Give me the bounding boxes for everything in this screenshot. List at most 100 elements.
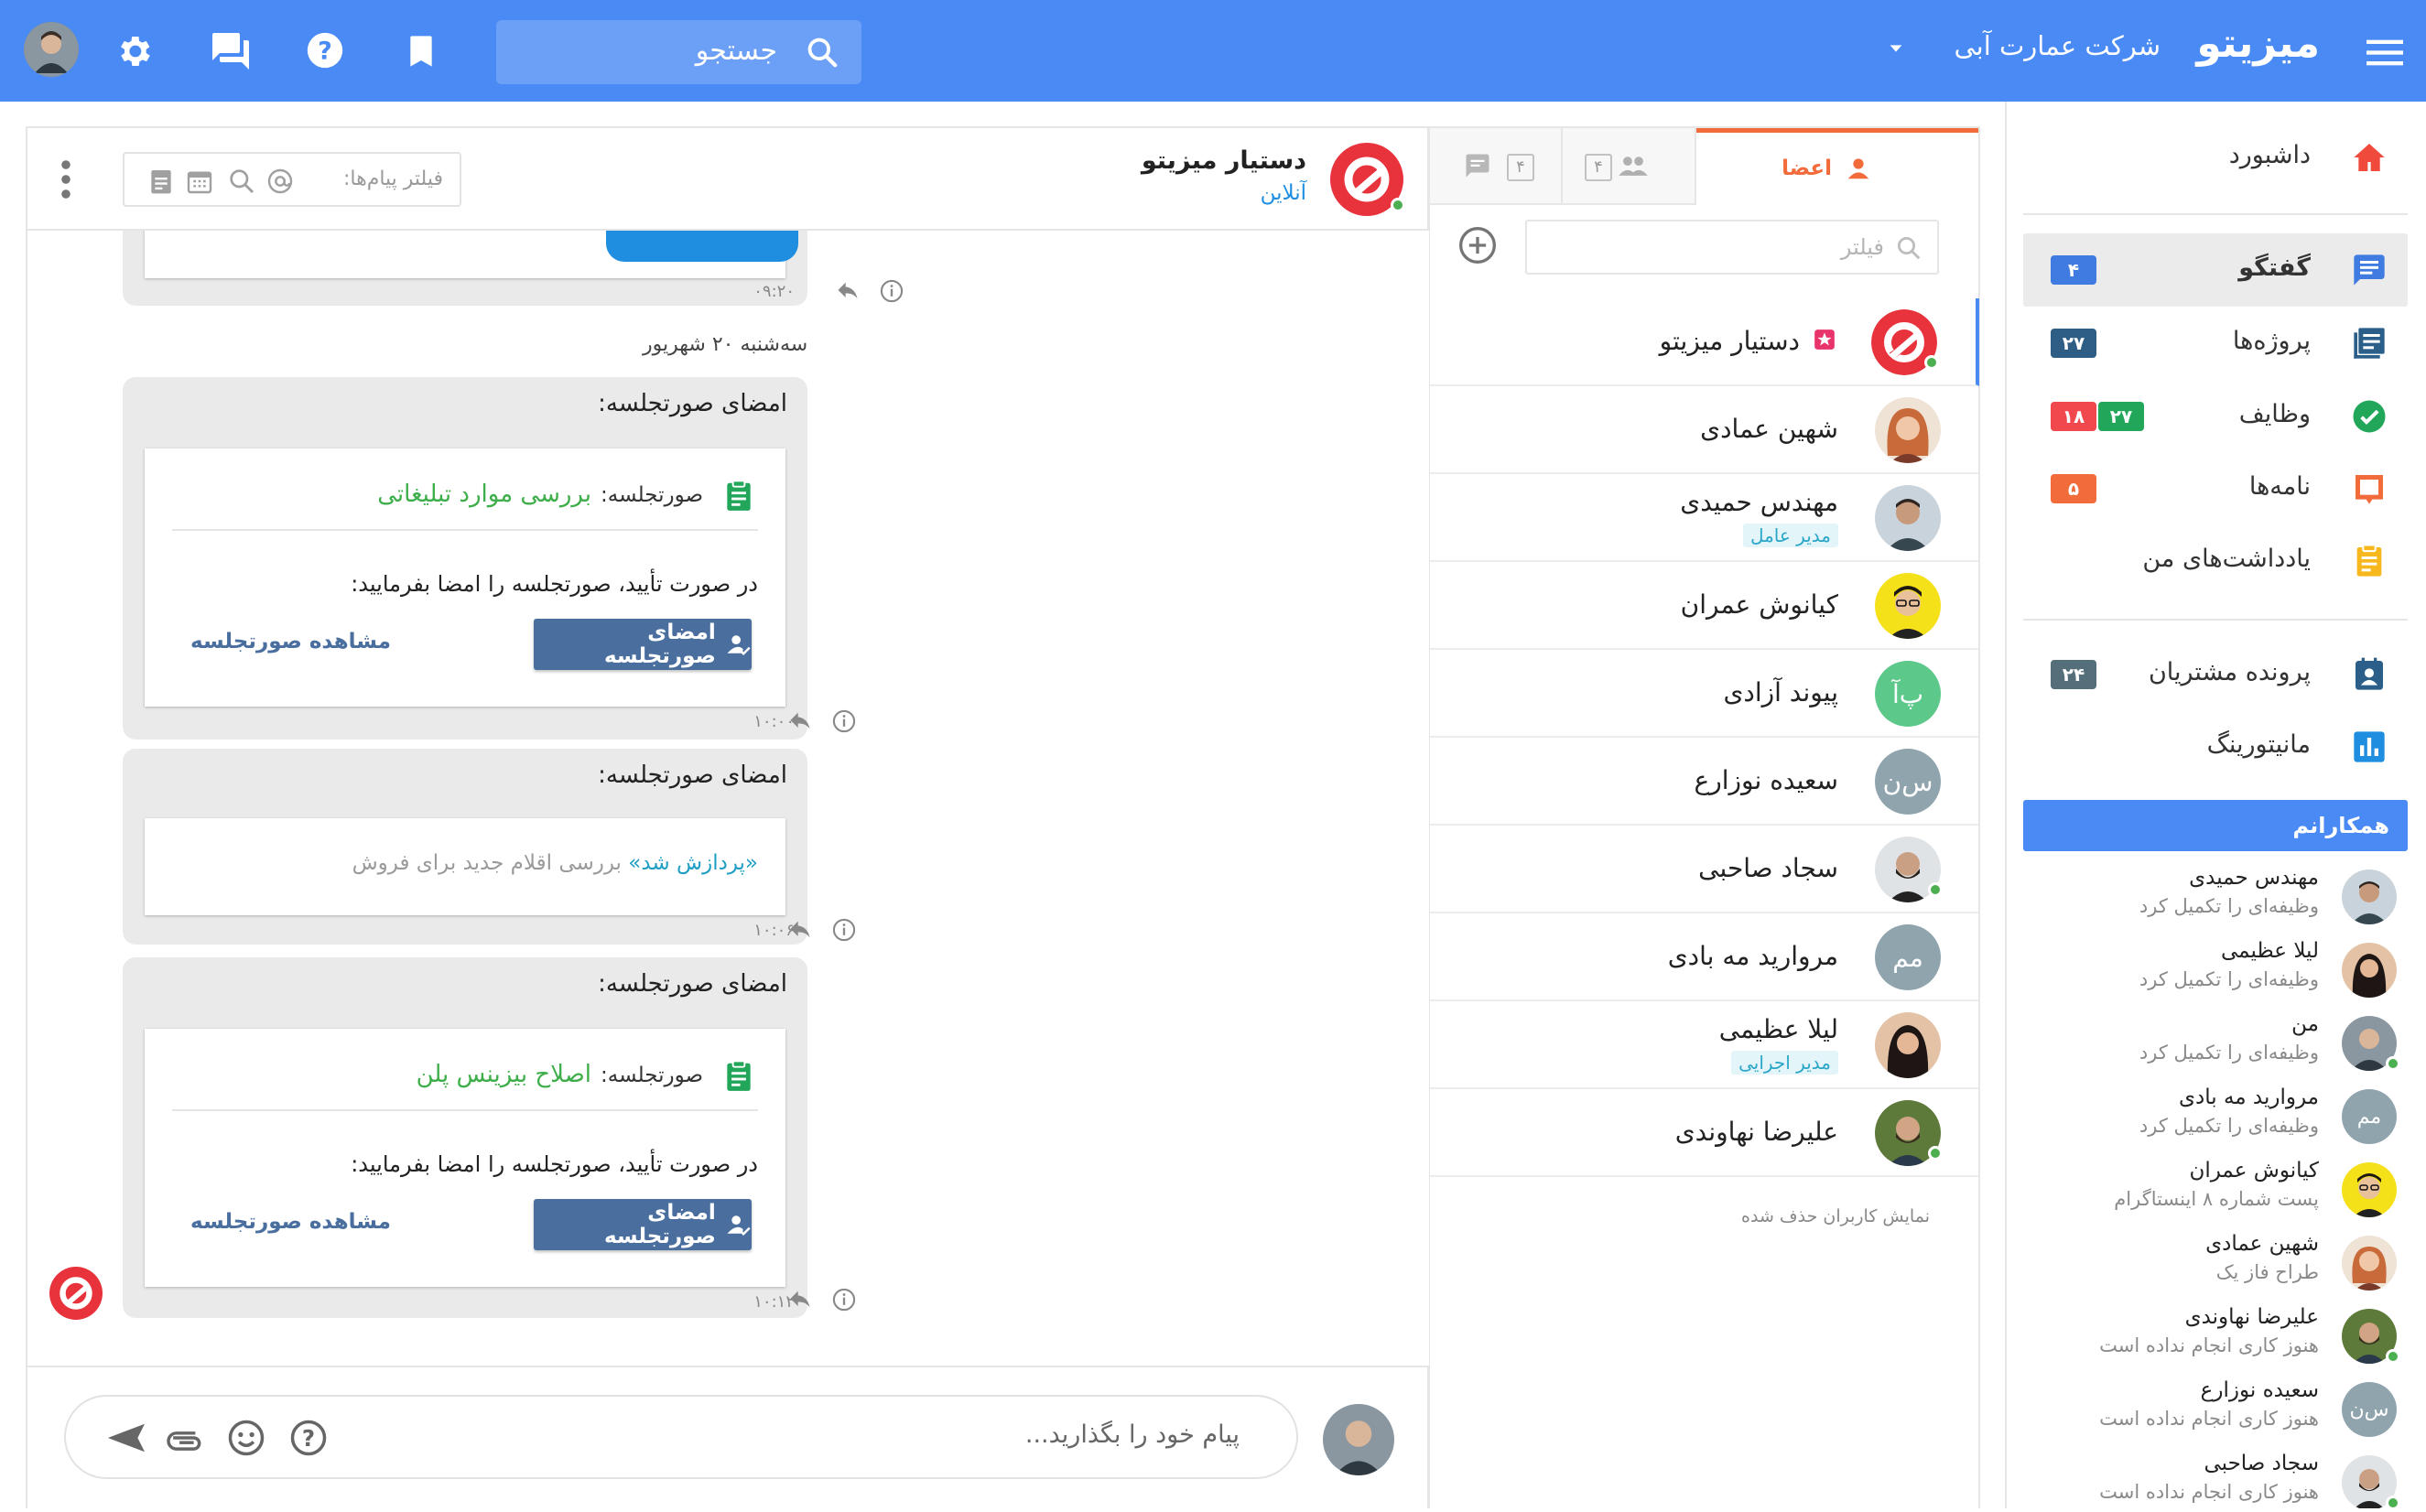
member-name: سعیده نوزارع <box>1694 765 1838 795</box>
bookmark-icon[interactable] <box>399 29 443 73</box>
member-row[interactable]: س‌ن سعیده نوزارع <box>1430 738 1979 826</box>
reply-icon[interactable] <box>835 278 861 304</box>
avatar: پ‌آ <box>1875 661 1941 727</box>
help-icon[interactable]: ? <box>302 27 348 73</box>
company-selector[interactable]: شرکت عمارت آبی <box>1886 26 2161 71</box>
settings-gear-icon[interactable] <box>112 29 156 73</box>
tab-chats[interactable]: ۴ <box>1430 128 1561 205</box>
colleague-item[interactable]: مم مروارید مه بادی وظیفه‌ای را تکمیل کرد <box>2023 1080 2408 1153</box>
tab-groups[interactable]: ۴ <box>1561 128 1696 205</box>
reply-icon[interactable] <box>787 1287 813 1312</box>
member-row-assistant[interactable]: دستیار میزیتو <box>1430 298 1979 386</box>
sender-avatar[interactable] <box>49 1267 103 1320</box>
member-row[interactable]: مهندس حمیدی مدیر عامل <box>1430 474 1979 562</box>
chat-status: آنلاین <box>1260 181 1306 205</box>
monitoring-chart-icon <box>2351 729 2388 765</box>
svg-text:?: ? <box>302 1425 315 1452</box>
user-avatar[interactable] <box>24 22 79 77</box>
colleague-item[interactable]: علیرضا نهاوندی هنوز کاری انجام نداده است <box>2023 1300 2408 1373</box>
colleague-item[interactable]: سجاد صاحبی هنوز کاری انجام نداده است <box>2023 1446 2408 1508</box>
avatar <box>1875 1012 1941 1078</box>
clipboard-icon <box>721 478 756 518</box>
member-row[interactable]: علیرضا نهاوندی <box>1430 1089 1979 1177</box>
colleague-item[interactable]: لیلا عظیمی وظیفه‌ای را تکمیل کرد <box>2023 934 2408 1007</box>
my-avatar <box>1323 1404 1394 1475</box>
clipboard-icon <box>721 1058 756 1098</box>
unread-badge: ۵ <box>2051 474 2096 503</box>
member-name: لیلا عظیمی <box>1718 1014 1838 1044</box>
mention-icon[interactable] <box>265 167 295 200</box>
member-row[interactable]: کیانوش عمران <box>1430 562 1979 650</box>
colleague-item[interactable]: مهندس حمیدی وظیفه‌ای را تکمیل کرد <box>2023 860 2408 934</box>
sidebar-item-monitoring[interactable]: مانیتورینگ <box>2023 710 2408 783</box>
minutes-name[interactable]: اصلاح بیزینس پلن <box>417 1061 591 1088</box>
attach-paperclip-icon[interactable] <box>167 1420 205 1459</box>
sidebar-item-tasks[interactable]: وظایف ۲۷ ۱۸ <box>2023 380 2408 453</box>
sidebar-item-notes[interactable]: یادداشت‌های من <box>2023 524 2408 598</box>
more-options-icon[interactable] <box>60 159 71 203</box>
sidebar-item-customers[interactable]: پرونده مشتریان ۲۴ <box>2023 638 2408 711</box>
search-placeholder: جستجو <box>695 35 777 67</box>
assistant-avatar[interactable] <box>1330 143 1405 216</box>
colleague-item[interactable]: س‌ن سعیده نوزارع هنوز کاری انجام نداده ا… <box>2023 1373 2408 1446</box>
reply-icon[interactable] <box>787 917 813 943</box>
clipboard-icon[interactable] <box>146 167 176 200</box>
member-row[interactable]: مم مروارید مه بادی <box>1430 913 1979 1001</box>
member-row[interactable]: سجاد صاحبی <box>1430 826 1979 913</box>
emoji-icon[interactable] <box>227 1419 265 1461</box>
chat-panel: دستیار میزیتو آنلاین فیلتر پیام‌ها: ۰۹:۲… <box>26 126 1429 1508</box>
member-row[interactable]: لیلا عظیمی مدیر اجرایی <box>1430 1001 1979 1089</box>
info-icon[interactable] <box>831 1287 857 1312</box>
reply-icon[interactable] <box>787 708 813 734</box>
search-icon <box>805 35 839 73</box>
help-icon[interactable]: ? <box>289 1419 328 1461</box>
tab-count: ۴ <box>1585 154 1612 181</box>
search-icon[interactable] <box>227 167 256 200</box>
show-deleted-users-link[interactable]: نمایش کاربران حذف شده <box>1741 1206 1930 1226</box>
sidebar-item-dashboard[interactable]: داشبورد <box>2023 121 2408 194</box>
colleague-name: من <box>2291 1012 2319 1036</box>
partial-button[interactable] <box>606 231 798 262</box>
menu-hamburger-icon[interactable] <box>2364 31 2406 73</box>
message-placeholder: پیام خود را بگذارید... <box>1024 1420 1240 1449</box>
view-minutes-link[interactable]: مشاهده صورتجلسه <box>190 1210 391 1234</box>
info-icon[interactable] <box>879 278 904 304</box>
message-filter-input[interactable]: فیلتر پیام‌ها: <box>123 152 461 207</box>
tab-members[interactable]: اعضا <box>1695 128 1978 205</box>
minutes-name[interactable]: بررسی موارد تبلیغاتی <box>377 481 591 508</box>
sidebar-item-label: گفتگو <box>2238 254 2311 282</box>
avatar: مم <box>1875 924 1941 990</box>
online-status-dot <box>1924 355 1939 370</box>
messages-icon[interactable] <box>207 27 255 75</box>
sidebar-item-label: داشبورد <box>2228 141 2311 169</box>
divider <box>172 1109 758 1111</box>
colleagues-header[interactable]: همکارانم <box>2023 800 2408 851</box>
send-icon[interactable] <box>104 1419 146 1461</box>
info-icon[interactable] <box>831 917 857 943</box>
message-title: امضای صورتجلسه: <box>598 390 787 417</box>
app-logo[interactable]: میزیتو <box>2196 20 2320 67</box>
colleague-status: وظیفه‌ای را تکمیل کرد <box>2139 968 2319 990</box>
online-status-dot <box>2386 1496 2400 1508</box>
colleague-item[interactable]: من وظیفه‌ای را تکمیل کرد <box>2023 1007 2408 1080</box>
message-input[interactable]: پیام خود را بگذارید... ? <box>64 1395 1298 1479</box>
divider <box>172 529 758 531</box>
colleague-name: شهین عمادی <box>2205 1232 2319 1256</box>
member-row[interactable]: شهین عمادی <box>1430 386 1979 474</box>
search-input[interactable]: جستجو <box>496 20 861 84</box>
calendar-icon[interactable] <box>185 167 214 200</box>
member-filter-input[interactable]: فیلتر <box>1525 220 1939 275</box>
sidebar-item-chat[interactable]: گفتگو ۴ <box>2023 233 2408 307</box>
avatar: س‌ن <box>1875 749 1941 815</box>
info-icon[interactable] <box>831 708 857 734</box>
colleague-item[interactable]: کیانوش عمران پست شماره ۸ اینستاگرام <box>2023 1153 2408 1226</box>
sidebar-item-projects[interactable]: پروژه‌ها ۲۷ <box>2023 307 2408 380</box>
sign-minutes-button[interactable]: امضای صورتجلسه <box>534 1199 752 1250</box>
sidebar-item-letters[interactable]: نامه‌ها ۵ <box>2023 452 2408 525</box>
message-composer: پیام خود را بگذارید... ? <box>27 1366 1429 1512</box>
member-row[interactable]: پ‌آ پیوند آزادی <box>1430 650 1979 738</box>
add-member-icon[interactable] <box>1457 225 1498 269</box>
view-minutes-link[interactable]: مشاهده صورتجلسه <box>190 630 391 653</box>
sign-minutes-button[interactable]: امضای صورتجلسه <box>534 619 752 670</box>
colleague-item[interactable]: شهین عمادی طراح فاز یک <box>2023 1226 2408 1300</box>
